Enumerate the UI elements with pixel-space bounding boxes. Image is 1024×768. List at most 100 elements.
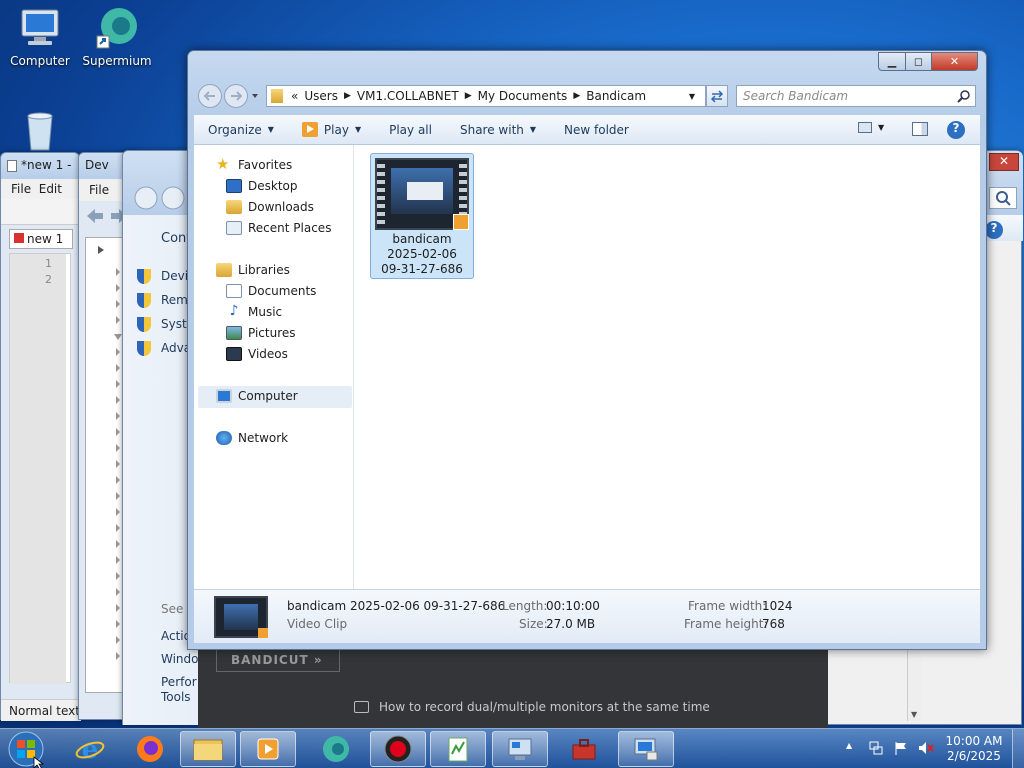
organize-button[interactable]: Organize ▼ [208, 123, 274, 137]
details-length: 00:10:00 [546, 599, 600, 613]
nav-downloads[interactable]: Downloads [226, 200, 314, 214]
menu-file[interactable]: File [11, 182, 31, 196]
shield-icon [137, 316, 151, 332]
action-center-flag-icon[interactable] [893, 740, 909, 756]
desktop-icon-recycle-bin[interactable] [0, 108, 80, 156]
system-clock[interactable]: 10:00 AM 2/6/2025 [942, 734, 1006, 764]
nav-pictures[interactable]: Pictures [226, 326, 296, 340]
address-dropdown-icon[interactable]: ▼ [689, 92, 695, 101]
close-button[interactable]: ✕ [931, 52, 978, 71]
media-player-icon [257, 738, 279, 760]
downloads-icon [226, 200, 242, 214]
breadcrumb-separator-icon[interactable]: ▶ [344, 91, 351, 101]
taskbar-ie[interactable]: e [62, 731, 118, 767]
desktop-icon-supermium[interactable]: Supermium [77, 6, 157, 68]
nav-network[interactable]: Network [216, 431, 288, 445]
supermium-icon [323, 736, 349, 762]
back-forward-buttons[interactable] [196, 83, 258, 109]
network-icon [216, 431, 232, 445]
nav-videos[interactable]: Videos [226, 347, 288, 361]
breadcrumb-user[interactable]: VM1.COLLABNET [357, 89, 459, 103]
shield-icon [137, 292, 151, 308]
computer-icon [18, 6, 62, 50]
navigation-pane: ★ Favorites Desktop Downloads Recent Plac… [194, 145, 354, 589]
desktop-icon-computer[interactable]: Computer [0, 6, 80, 68]
line-number: 2 [45, 273, 52, 286]
nav-recent-places[interactable]: Recent Places [226, 221, 331, 235]
address-bar[interactable]: « Users ▶ VM1.COLLABNET ▶ My Documents ▶ Ba… [266, 85, 706, 107]
file-name: 09-31-27-686 [381, 262, 463, 276]
help-icon[interactable]: ? [947, 121, 965, 139]
command-bar: Organize ▼ Play ▼ Play all Share with ▼ New… [194, 115, 980, 145]
details-file-name: bandicam 2025-02-06 09-31-27-686 [287, 599, 506, 613]
breadcrumb-bandicam[interactable]: Bandicam [586, 89, 646, 103]
breadcrumb-my-documents[interactable]: My Documents [478, 89, 568, 103]
scrollbar[interactable]: ▼ [907, 649, 921, 721]
breadcrumb-overflow[interactable]: « [291, 89, 298, 103]
search-icon[interactable] [957, 89, 971, 103]
show-desktop-button[interactable] [1012, 729, 1024, 768]
details-pane: bandicam 2025-02-06 09-31-27-686 Video C… [194, 589, 980, 643]
nav-computer[interactable]: Computer [216, 389, 298, 403]
notepad-window[interactable]: *new 1 - File Edit new 1 1 2 Normal text [0, 152, 81, 721]
taskbar-device-manager[interactable] [618, 731, 674, 767]
maximize-button[interactable]: ◻ [905, 52, 932, 71]
taskbar-toolbox[interactable] [556, 731, 612, 767]
close-button[interactable]: ✕ [989, 153, 1019, 171]
nav-favorites[interactable]: ★ Favorites [216, 155, 292, 173]
refresh-button[interactable] [706, 85, 728, 107]
view-options-button[interactable]: ▼ [858, 122, 884, 133]
play-button[interactable]: Play ▼ [301, 122, 362, 137]
network-tray-icon[interactable] [868, 740, 884, 756]
taskbar-media-player[interactable] [240, 731, 296, 767]
taskbar-explorer[interactable] [180, 731, 236, 767]
back-forward-buttons[interactable] [133, 185, 189, 211]
file-item-bandicam[interactable]: bandicam 2025-02-06 09-31-27-686 [370, 153, 474, 279]
volume-muted-icon[interactable] [917, 740, 935, 756]
menu-edit[interactable]: Edit [39, 182, 62, 196]
taskbar-supermium[interactable] [308, 731, 364, 767]
breadcrumb-separator-icon[interactable]: ▶ [465, 91, 472, 101]
star-icon: ★ [216, 155, 230, 173]
file-explorer-icon [193, 739, 223, 761]
help-icon[interactable]: ? [985, 221, 1003, 239]
play-all-button[interactable]: Play all [389, 123, 432, 137]
status-bar: Normal text [1, 699, 81, 721]
desktop-icon-label: Computer [10, 54, 70, 68]
breadcrumb-separator-icon[interactable]: ▶ [573, 91, 580, 101]
taskbar-bandicam[interactable] [370, 731, 426, 767]
tip-text[interactable]: How to record dual/multiple monitors at … [379, 700, 710, 714]
file-list[interactable]: bandicam 2025-02-06 09-31-27-686 [354, 145, 980, 589]
documents-icon [226, 284, 242, 298]
search-input[interactable]: Search Bandicam [736, 85, 976, 107]
nav-desktop[interactable]: Desktop [226, 179, 298, 193]
taskbar-firefox[interactable] [122, 731, 178, 767]
bandicut-button[interactable]: BANDICUT » [216, 648, 340, 672]
taskbar-system[interactable] [492, 731, 548, 767]
tab-new1[interactable]: new 1 [9, 229, 73, 249]
toolbox-icon [572, 739, 596, 760]
unsaved-icon [14, 233, 24, 243]
details-size-label: Size: [519, 617, 548, 631]
computer-icon [216, 389, 232, 403]
breadcrumb-users[interactable]: Users [304, 89, 338, 103]
details-length-label: Length: [502, 599, 548, 613]
minimize-button[interactable]: ▁ [878, 52, 906, 71]
nav-documents[interactable]: Documents [226, 284, 316, 298]
nav-music[interactable]: ♪ Music [226, 303, 283, 319]
nav-libraries[interactable]: Libraries [216, 263, 290, 277]
show-hidden-icons-button[interactable]: ▲ [846, 741, 852, 750]
svg-text:e: e [82, 735, 99, 764]
explorer-window[interactable]: ▁ ◻ ✕ « Users ▶ VM1.COLLABNET ▶ My Documen… [187, 50, 987, 650]
chevron-down-icon: ▼ [354, 125, 362, 134]
start-button[interactable] [6, 730, 46, 768]
preview-pane-button[interactable] [912, 122, 928, 136]
search-icon[interactable] [989, 187, 1017, 209]
music-icon: ♪ [229, 303, 239, 319]
share-with-button[interactable]: Share with ▼ [460, 123, 536, 137]
device-manager-icon [634, 738, 658, 761]
view-icon [858, 122, 872, 133]
desktop-icon-label: Supermium [82, 54, 152, 68]
taskbar-notepad-plus-plus[interactable] [430, 731, 486, 767]
new-folder-button[interactable]: New folder [564, 123, 629, 137]
